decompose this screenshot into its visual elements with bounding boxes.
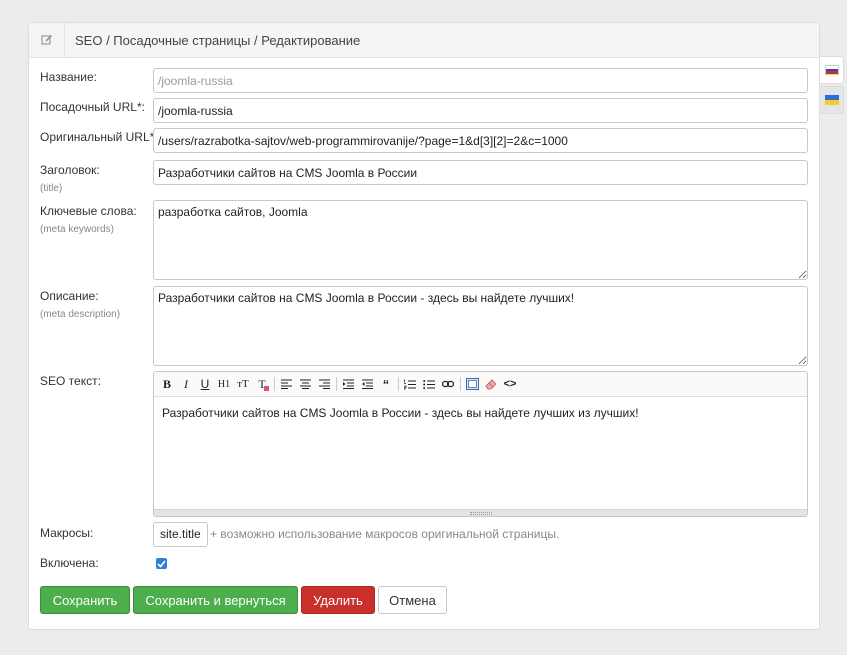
fullscreen-icon[interactable] bbox=[463, 375, 481, 393]
russian-flag-icon bbox=[824, 65, 839, 75]
editor-toolbar: B I U H1 тT T “ <> bbox=[154, 372, 807, 397]
macros-label: Макросы: bbox=[40, 526, 94, 540]
edit-panel: SEO / Посадочные страницы / Редактирован… bbox=[28, 22, 820, 630]
required-mark: * bbox=[136, 100, 142, 114]
language-tab-ru[interactable] bbox=[820, 56, 844, 84]
seo-text-editor: B I U H1 тT T “ <> Разработчики сайтов н… bbox=[153, 371, 808, 517]
italic-icon[interactable]: I bbox=[177, 375, 195, 393]
original-url-label: Оригинальный URL*: bbox=[40, 130, 158, 144]
ukrainian-flag-icon bbox=[824, 95, 839, 105]
description-textarea[interactable]: Разработчики сайтов на CMS Joomla в Росс… bbox=[153, 286, 808, 366]
editor-resize-handle[interactable] bbox=[154, 509, 807, 516]
indent-icon[interactable] bbox=[339, 375, 357, 393]
title-label: Заголовок: (title) bbox=[40, 163, 100, 196]
keywords-label: Ключевые слова: (meta keywords) bbox=[40, 204, 137, 237]
align-center-icon[interactable] bbox=[296, 375, 314, 393]
title-sublabel: (title) bbox=[40, 183, 63, 194]
description-label-text: Описание: bbox=[40, 289, 99, 303]
macro-hint: + возможно использование макросов оригин… bbox=[210, 527, 560, 541]
landing-url-input[interactable] bbox=[153, 98, 808, 123]
code-icon[interactable]: <> bbox=[501, 375, 519, 393]
heading-icon[interactable]: H1 bbox=[215, 375, 233, 393]
name-label: Название: bbox=[40, 70, 97, 84]
name-input[interactable] bbox=[153, 68, 808, 93]
unordered-list-icon[interactable] bbox=[420, 375, 438, 393]
toolbar-separator bbox=[274, 377, 275, 391]
keywords-label-text: Ключевые слова: bbox=[40, 204, 137, 218]
landing-url-label-text: Посадочный URL bbox=[40, 100, 137, 114]
macro-tag-site-title[interactable]: site.title bbox=[153, 522, 208, 547]
quote-icon[interactable]: “ bbox=[377, 375, 395, 393]
outdent-icon[interactable] bbox=[358, 375, 376, 393]
seo-text-label: SEO текст: bbox=[40, 374, 101, 388]
ordered-list-icon[interactable] bbox=[401, 375, 419, 393]
checkmark-icon bbox=[157, 559, 166, 568]
language-tab-ua[interactable] bbox=[820, 86, 844, 114]
align-right-icon[interactable] bbox=[315, 375, 333, 393]
description-sublabel: (meta description) bbox=[40, 309, 121, 320]
font-size-icon[interactable]: тT bbox=[234, 375, 252, 393]
grip-icon bbox=[469, 511, 492, 515]
language-tabs bbox=[820, 56, 844, 116]
edit-icon bbox=[29, 22, 65, 58]
enabled-label: Включена: bbox=[40, 556, 99, 570]
original-url-label-text: Оригинальный URL bbox=[40, 130, 150, 144]
title-label-text: Заголовок: bbox=[40, 163, 100, 177]
title-input[interactable] bbox=[153, 160, 808, 185]
text-color-icon[interactable]: T bbox=[253, 375, 271, 393]
eraser-icon[interactable] bbox=[482, 375, 500, 393]
original-url-input[interactable] bbox=[153, 128, 808, 153]
page-title: SEO / Посадочные страницы / Редактирован… bbox=[75, 32, 361, 48]
underline-icon[interactable]: U bbox=[196, 375, 214, 393]
save-and-return-button[interactable]: Сохранить и вернуться bbox=[133, 586, 298, 614]
keywords-sublabel: (meta keywords) bbox=[40, 224, 114, 235]
link-icon[interactable] bbox=[439, 375, 457, 393]
color-swatch bbox=[264, 386, 269, 391]
enabled-checkbox[interactable] bbox=[156, 558, 167, 569]
cancel-button[interactable]: Отмена bbox=[378, 586, 447, 614]
delete-button[interactable]: Удалить bbox=[301, 586, 375, 614]
toolbar-separator bbox=[398, 377, 399, 391]
align-left-icon[interactable] bbox=[277, 375, 295, 393]
toolbar-separator bbox=[460, 377, 461, 391]
save-button[interactable]: Сохранить bbox=[40, 586, 130, 614]
bold-icon[interactable]: B bbox=[158, 375, 176, 393]
seo-text-content[interactable]: Разработчики сайтов на CMS Joomla в Росс… bbox=[154, 397, 807, 509]
toolbar-separator bbox=[336, 377, 337, 391]
panel-header: SEO / Посадочные страницы / Редактирован… bbox=[29, 22, 819, 58]
description-label: Описание: (meta description) bbox=[40, 289, 120, 322]
landing-url-label: Посадочный URL*: bbox=[40, 100, 145, 114]
keywords-textarea[interactable]: разработка сайтов, Joomla bbox=[153, 200, 808, 280]
